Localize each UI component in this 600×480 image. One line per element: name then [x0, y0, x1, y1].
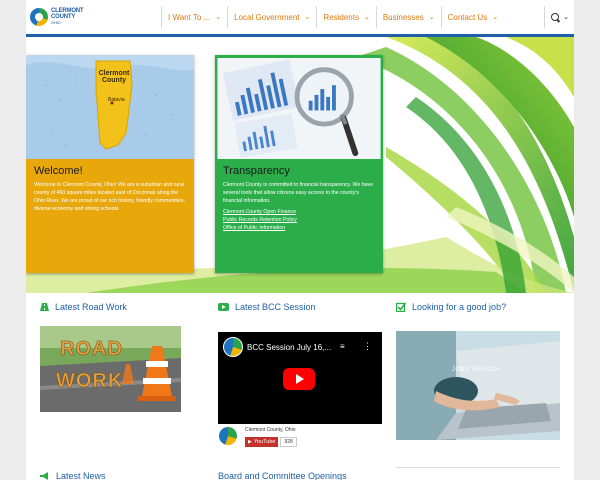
financial-charts-image: [215, 55, 383, 159]
bcc-session-heading[interactable]: Latest BCC Session: [218, 302, 316, 312]
welcome-card[interactable]: Clermont County Batavia Welcome! Welcome…: [26, 55, 194, 273]
nav-label: I Want To ...: [168, 12, 211, 22]
channel-avatar-icon: [223, 337, 243, 357]
chevron-down-icon: ⌄: [428, 14, 435, 21]
chevron-down-icon: ⌄: [363, 14, 370, 21]
latest-news-heading[interactable]: Latest News: [40, 471, 106, 480]
road-icon: [40, 303, 49, 311]
youtube-label: YouTube: [253, 439, 276, 445]
road-work-heading[interactable]: Latest Road Work: [40, 302, 127, 312]
more-options-icon[interactable]: ⋮: [363, 341, 372, 352]
jobs-divider: [396, 467, 560, 468]
youtube-subscribe[interactable]: ▶ YouTube 928: [245, 437, 297, 447]
playlist-icon[interactable]: ≡: [340, 342, 345, 351]
subscriber-count: 928: [280, 437, 297, 447]
latest-news-title: Latest News: [56, 471, 106, 480]
transparency-text: Clermont County is committed to financia…: [223, 182, 374, 204]
nav-residents[interactable]: Residents ⌄: [316, 6, 375, 28]
jobs-heading[interactable]: Looking for a good job?: [396, 302, 506, 312]
nav-label: Local Government: [234, 12, 300, 22]
county-logo[interactable]: CLERMONT COUNTY OHIO: [30, 6, 110, 28]
map-label-city: Batavia: [108, 97, 125, 103]
channel-name: Clermont County, Ohio: [245, 427, 296, 433]
page: CLERMONT COUNTY OHIO I Want To ... ⌄ Loc…: [26, 0, 574, 480]
logo-text: CLERMONT COUNTY OHIO: [51, 8, 84, 26]
logo-line-3: OHIO: [51, 20, 61, 25]
nav-label: Businesses: [382, 12, 424, 22]
youtube-logo-icon: ▶: [248, 439, 252, 445]
records-retention-link[interactable]: Public Records Retention Policy: [223, 216, 375, 224]
nav-i-want-to[interactable]: I Want To ... ⌄: [161, 6, 227, 28]
job-image-text: JOBS SEARCH: [452, 367, 500, 373]
jobs-title: Looking for a good job?: [412, 302, 507, 312]
open-finance-link[interactable]: Clermont County Open Finance: [223, 208, 375, 216]
video-title[interactable]: BCC Session July 16,...: [247, 343, 331, 352]
transparency-card[interactable]: Transparency Clermont County is committe…: [215, 55, 383, 273]
checkbox-check-icon: [396, 302, 406, 312]
nav-label: Residents: [323, 12, 359, 22]
hero-banner: Clermont County Batavia Welcome! Welcome…: [26, 37, 574, 293]
job-search-image[interactable]: JOBS SEARCH: [396, 331, 560, 440]
road-image-text-1: ROAD: [60, 338, 123, 361]
main-nav: I Want To ... ⌄ Local Government ⌄ Resid…: [161, 6, 504, 28]
road-image-text-2: WORK: [56, 370, 124, 393]
chevron-down-icon: ⌄: [563, 14, 569, 21]
bcc-session-title: Latest BCC Session: [235, 302, 316, 312]
search-toggle[interactable]: ⌄: [544, 6, 574, 28]
play-button[interactable]: [283, 368, 315, 390]
laptop-photo: [396, 331, 560, 440]
public-information-link[interactable]: Office of Public Information: [223, 224, 375, 232]
welcome-card-body: Welcome! Welcome to Clermont County, Ohi…: [26, 159, 194, 273]
bcc-video-embed[interactable]: BCC Session July 16,... ≡ ⋮: [218, 332, 382, 424]
chevron-down-icon: ⌄: [304, 14, 311, 21]
map-label-county: Clermont County: [98, 70, 130, 84]
road-work-image[interactable]: ROAD WORK: [40, 326, 181, 412]
road-work-title: Latest Road Work: [55, 302, 127, 312]
county-seal-icon: [30, 8, 48, 26]
nav-local-government[interactable]: Local Government ⌄: [227, 6, 316, 28]
transparency-card-body: Transparency Clermont County is committe…: [215, 159, 383, 273]
video-play-icon: [218, 303, 229, 311]
nav-businesses[interactable]: Businesses ⌄: [375, 6, 441, 28]
site-header: CLERMONT COUNTY OHIO I Want To ... ⌄ Loc…: [26, 0, 574, 37]
welcome-text: Welcome to Clermont County, Ohio! We are…: [34, 182, 185, 212]
welcome-title: Welcome!: [34, 165, 83, 177]
transparency-title: Transparency: [223, 165, 290, 177]
channel-logo-icon[interactable]: [219, 427, 237, 445]
youtube-subscribe-button[interactable]: ▶ YouTube: [245, 437, 279, 447]
search-icon: [551, 13, 560, 21]
nav-contact-us[interactable]: Contact Us ⌄: [440, 6, 504, 28]
chevron-down-icon: ⌄: [215, 14, 222, 21]
board-openings-heading[interactable]: Board and Committee Openings: [218, 471, 347, 480]
nav-label: Contact Us: [447, 12, 488, 22]
chevron-down-icon: ⌄: [492, 14, 499, 21]
megaphone-icon: [40, 472, 48, 480]
board-openings-title: Board and Committee Openings: [218, 471, 347, 480]
